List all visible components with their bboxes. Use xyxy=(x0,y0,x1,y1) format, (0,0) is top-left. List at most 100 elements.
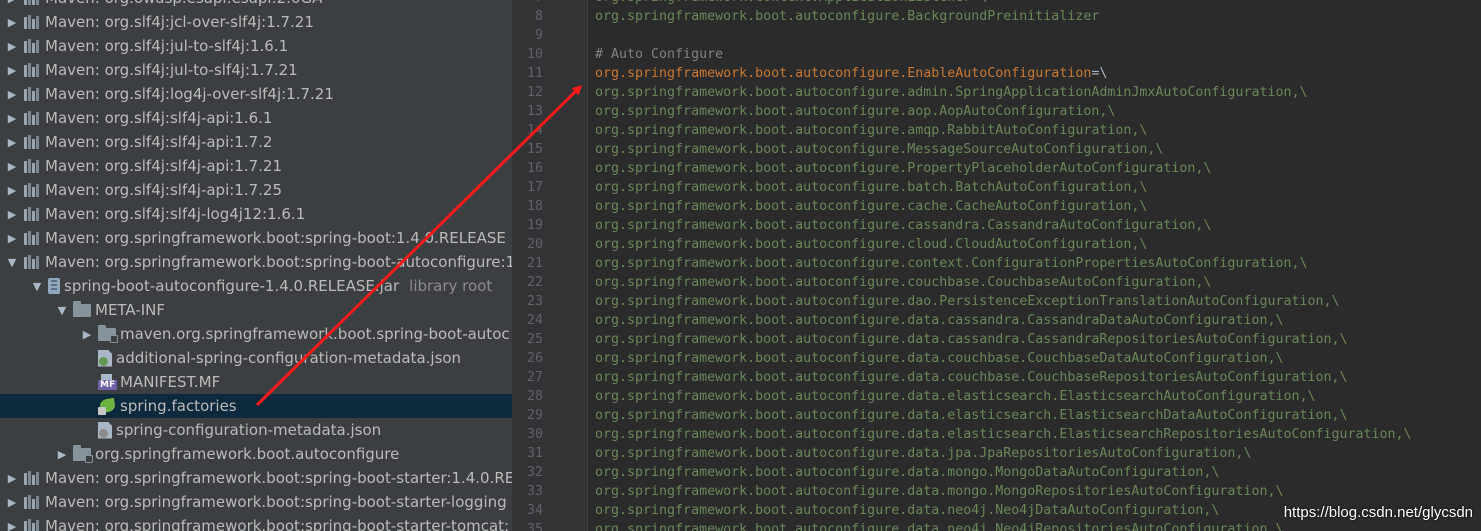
line-number: 32 xyxy=(526,465,543,480)
code-line[interactable]: 32 org.springframework.boot.autoconfigure… xyxy=(512,463,1481,482)
line-number: 26 xyxy=(526,351,543,366)
expand-right-icon[interactable]: ▶ xyxy=(5,0,19,5)
code-line[interactable]: 9 xyxy=(512,26,1481,45)
code-line[interactable]: 21 org.springframework.boot.autoconfigure… xyxy=(512,254,1481,273)
code-line[interactable]: 31 org.springframework.boot.autoconfigure… xyxy=(512,444,1481,463)
expand-right-icon[interactable]: ▶ xyxy=(5,520,19,531)
expand-right-icon[interactable]: ▶ xyxy=(5,496,19,509)
expand-right-icon[interactable]: ▶ xyxy=(5,16,19,29)
expand-down-icon[interactable]: ▼ xyxy=(55,304,69,317)
expand-right-icon[interactable]: ▶ xyxy=(5,112,19,125)
tree-item-label: Maven: org.owasp.esapi:esapi:2.0GA xyxy=(45,0,322,7)
tree-item[interactable]: ▶ Maven: org.springframework.boot:spring-… xyxy=(0,490,512,514)
json-file-icon xyxy=(98,349,112,367)
code-text: org.springframework.boot.autoconfigure.a… xyxy=(595,121,1147,140)
code-line[interactable]: 30 org.springframework.boot.autoconfigure… xyxy=(512,425,1481,444)
code-editor[interactable]: 7 org.springframework.context.Application… xyxy=(512,0,1481,531)
code-line[interactable]: 22 org.springframework.boot.autoconfigure… xyxy=(512,273,1481,292)
tree-item[interactable]: ▶ Maven: org.slf4j:slf4j-api:1.7.2 xyxy=(0,130,512,154)
tree-item[interactable]: ▶ maven.org.springframework.boot.spring-b… xyxy=(0,322,512,346)
metadata-file-icon xyxy=(98,421,112,439)
tree-item[interactable]: ▶ Maven: org.springframework.boot:spring-… xyxy=(0,514,512,531)
expand-right-icon[interactable]: ▶ xyxy=(5,88,19,101)
line-number: 8 xyxy=(534,9,543,24)
code-token: org.springframework.boot.autoconfigure.c… xyxy=(595,237,1148,252)
tree-item[interactable]: ▶spring.factories xyxy=(0,394,512,418)
tree-item[interactable]: ▶ Maven: org.slf4j:jcl-over-slf4j:1.7.21 xyxy=(0,10,512,34)
code-line[interactable]: 13 org.springframework.boot.autoconfigure… xyxy=(512,102,1481,121)
code-line[interactable]: 12 org.springframework.boot.autoconfigure… xyxy=(512,83,1481,102)
expand-down-icon[interactable]: ▼ xyxy=(5,256,19,269)
tree-item[interactable]: ▶ Maven: org.slf4j:slf4j-log4j12:1.6.1 xyxy=(0,202,512,226)
line-number: 27 xyxy=(526,370,543,385)
tree-item-label: Maven: org.slf4j:jul-to-slf4j:1.7.21 xyxy=(45,61,298,79)
code-line[interactable]: 16 org.springframework.boot.autoconfigure… xyxy=(512,159,1481,178)
tree-item[interactable]: ▼ spring-boot-autoconfigure-1.4.0.RELEASE… xyxy=(0,274,512,298)
tree-item[interactable]: ▶ Maven: org.slf4j:log4j-over-slf4j:1.7.2… xyxy=(0,82,512,106)
code-token: org.springframework.boot.autoconfigure.d… xyxy=(595,370,1348,385)
code-line[interactable]: 24 org.springframework.boot.autoconfigure… xyxy=(512,311,1481,330)
code-token: org.springframework.boot.autoconfigure.E… xyxy=(595,66,1092,81)
tree-item[interactable]: ▶spring-configuration-metadata.json xyxy=(0,418,512,442)
line-number: 25 xyxy=(526,332,543,347)
expand-right-icon[interactable]: ▶ xyxy=(5,64,19,77)
code-text: org.springframework.boot.autoconfigure.d… xyxy=(595,311,1283,330)
expand-right-icon[interactable]: ▶ xyxy=(5,160,19,173)
code-text: org.springframework.boot.autoconfigure.M… xyxy=(595,140,1163,159)
tree-item[interactable]: ▶ Maven: org.slf4j:slf4j-api:1.6.1 xyxy=(0,106,512,130)
line-number: 29 xyxy=(526,408,543,423)
code-line[interactable]: 23 org.springframework.boot.autoconfigure… xyxy=(512,292,1481,311)
expand-right-icon[interactable]: ▶ xyxy=(5,208,19,221)
code-line[interactable]: 18 org.springframework.boot.autoconfigure… xyxy=(512,197,1481,216)
code-line[interactable]: 29 org.springframework.boot.autoconfigure… xyxy=(512,406,1481,425)
code-line[interactable]: 14 org.springframework.boot.autoconfigure… xyxy=(512,121,1481,140)
tree-item[interactable]: ▶ Maven: org.slf4j:slf4j-api:1.7.25 xyxy=(0,178,512,202)
tree-item[interactable]: ▶ Maven: org.slf4j:jul-to-slf4j:1.6.1 xyxy=(0,34,512,58)
tree-item[interactable]: ▶ Maven: org.slf4j:jul-to-slf4j:1.7.21 xyxy=(0,58,512,82)
code-text: org.springframework.boot.autoconfigure.d… xyxy=(595,330,1348,349)
code-line[interactable]: 15 org.springframework.boot.autoconfigure… xyxy=(512,140,1481,159)
code-line[interactable]: 33 org.springframework.boot.autoconfigure… xyxy=(512,482,1481,501)
code-text: org.springframework.boot.autoconfigure.d… xyxy=(595,368,1348,387)
expand-right-icon[interactable]: ▶ xyxy=(5,136,19,149)
code-line[interactable]: 35 org.springframework.boot.autoconfigure… xyxy=(512,520,1481,531)
manifest-file-icon: MF xyxy=(98,374,118,390)
code-line[interactable]: 10 # Auto Configure xyxy=(512,45,1481,64)
tree-item[interactable]: ▼ META-INF xyxy=(0,298,512,322)
code-line[interactable]: 8 org.springframework.boot.autoconfigure.… xyxy=(512,7,1481,26)
code-line[interactable]: 17 org.springframework.boot.autoconfigure… xyxy=(512,178,1481,197)
tree-item[interactable]: ▶ Maven: org.springframework.boot:spring-… xyxy=(0,226,512,250)
code-token: org.springframework.boot.autoconfigure.d… xyxy=(595,408,1348,423)
code-token: org.springframework.boot.autoconfigure.d… xyxy=(595,522,1284,531)
expand-right-icon[interactable]: ▶ xyxy=(5,40,19,53)
tree-item[interactable]: ▼ Maven: org.springframework.boot:spring-… xyxy=(0,250,512,274)
code-token: org.springframework.boot.autoconfigure.a… xyxy=(595,123,1148,138)
expand-down-icon[interactable]: ▼ xyxy=(30,280,44,293)
library-icon xyxy=(23,471,41,485)
code-text: org.springframework.boot.autoconfigure.c… xyxy=(595,235,1147,254)
jar-icon xyxy=(48,278,60,294)
code-token: org.springframework.boot.autoconfigure.d… xyxy=(595,484,1284,499)
code-line[interactable]: 26 org.springframework.boot.autoconfigure… xyxy=(512,349,1481,368)
expand-right-icon[interactable]: ▶ xyxy=(5,472,19,485)
code-line[interactable]: 20 org.springframework.boot.autoconfigure… xyxy=(512,235,1481,254)
code-line[interactable]: 25 org.springframework.boot.autoconfigure… xyxy=(512,330,1481,349)
tree-item[interactable]: ▶ org.springframework.boot.autoconfigure xyxy=(0,442,512,466)
expand-right-icon[interactable]: ▶ xyxy=(55,448,69,461)
expand-right-icon[interactable]: ▶ xyxy=(80,328,94,341)
code-token: org.springframework.boot.autoconfigure.a… xyxy=(595,85,1308,100)
code-line[interactable]: 7 org.springframework.context.Application… xyxy=(512,0,1481,7)
tree-item[interactable]: ▶ Maven: org.springframework.boot:spring-… xyxy=(0,466,512,490)
tree-item[interactable]: ▶ Maven: org.slf4j:slf4j-api:1.7.21 xyxy=(0,154,512,178)
code-line[interactable]: 11 org.springframework.boot.autoconfigure… xyxy=(512,64,1481,83)
expand-right-icon[interactable]: ▶ xyxy=(5,184,19,197)
code-line[interactable]: 27 org.springframework.boot.autoconfigure… xyxy=(512,368,1481,387)
code-line[interactable]: 28 org.springframework.boot.autoconfigure… xyxy=(512,387,1481,406)
line-number: 31 xyxy=(526,446,543,461)
tree-item[interactable]: ▶ Maven: org.owasp.esapi:esapi:2.0GA xyxy=(0,0,512,10)
tree-item[interactable]: ▶MFMANIFEST.MF xyxy=(0,370,512,394)
code-line[interactable]: 19 org.springframework.boot.autoconfigure… xyxy=(512,216,1481,235)
code-text: org.springframework.boot.autoconfigure.P… xyxy=(595,159,1211,178)
expand-right-icon[interactable]: ▶ xyxy=(5,232,19,245)
tree-item[interactable]: ▶additional-spring-configuration-metadat… xyxy=(0,346,512,370)
